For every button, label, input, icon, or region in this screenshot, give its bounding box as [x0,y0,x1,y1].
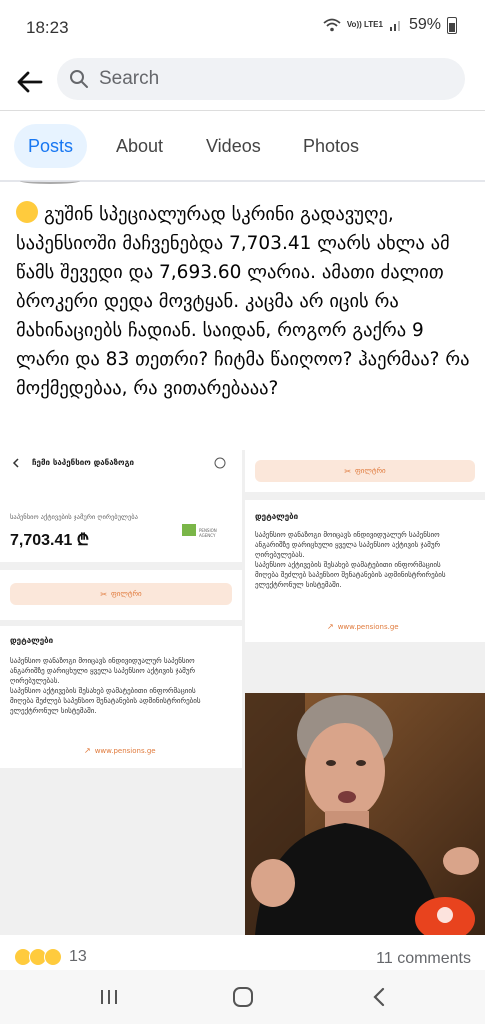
search-icon [70,70,88,88]
details-title-right: დეტალები [255,512,299,521]
top-bar: Search [0,58,485,108]
chat-icon [214,457,226,469]
recents-icon [101,990,117,1004]
home-button[interactable] [228,982,258,1012]
reaction-count: 13 [69,948,87,965]
scrolled-avatar-edge [20,178,80,184]
back-chevron-icon [373,987,385,1007]
status-bar: 18:23 Vo)) LTE1 59% [0,0,485,58]
app-title: ჩემი საპენსიო დანაზოგი [32,458,135,467]
battery-percent: 59% [408,16,441,33]
search-placeholder: Search [99,68,160,89]
grinning-emoji-icon [16,201,38,223]
logo-text: PENSION AGENCY [199,528,217,538]
post-text: გუშინ სპეციალურად სკრინი გადავუღე, საპენ… [16,204,470,399]
profile-tabs: Posts About Videos Photos [0,124,485,168]
search-input[interactable]: Search [57,58,465,100]
comments-count[interactable]: 11 comments [376,950,471,968]
woman-photo-graphic [245,693,485,935]
back-button[interactable] [12,64,48,100]
details-card: დეტალები საპენსიო დანაზოგი მოიცავს ინდივ… [0,626,242,768]
tab-photos[interactable]: Photos [303,124,359,168]
external-link-icon-right: ↗ [327,622,334,631]
home-icon [233,987,253,1007]
back-arrow-icon [17,71,43,93]
recents-button[interactable] [94,982,124,1012]
post-image[interactable]: ჩემი საპენსიო დანაზოგი საპენსიო აქტივები… [0,450,485,935]
status-icons: Vo)) LTE1 59% [323,16,457,34]
filter-icon-right: ✂ [344,466,352,476]
system-nav-bar [0,970,485,1024]
battery-icon [447,16,457,34]
external-link-icon: ↗ [84,746,91,755]
network-label: Vo)) LTE1 [346,20,383,29]
pension-agency-logo: PENSION AGENCY [182,522,232,538]
filter-button[interactable]: ✂ ფილტრი [10,583,232,605]
pensions-link-right[interactable]: ↗ www.pensions.ge [327,622,399,631]
details-card-right: დეტალები საპენსიო დანაზოგი მოიცავს ინდივ… [245,500,485,642]
details-text-1: საპენსიო დანაზოგი მოიცავს ინდივიდუალურ ს… [10,657,196,685]
status-time: 18:23 [26,18,69,37]
woman-photo [245,693,485,935]
balance-card: ჩემი საპენსიო დანაზოგი საპენსიო აქტივები… [0,450,242,562]
reactions-summary[interactable]: 13 [14,948,87,966]
post-body: გუშინ სპეციალურად სკრინი გადავუღე, საპენ… [16,200,476,403]
filter-card-right: ✂ ფილტრი [245,450,485,492]
filter-icon: ✂ [100,589,108,599]
pensions-link-label: www.pensions.ge [94,746,156,755]
filter-card: ✂ ფილტრი [0,570,242,620]
details-title: დეტალები [10,636,54,645]
tab-videos[interactable]: Videos [206,124,261,168]
tab-about[interactable]: About [116,124,163,168]
tab-posts[interactable]: Posts [14,124,88,168]
pensions-link[interactable]: ↗ www.pensions.ge [84,746,156,755]
wifi-icon [323,18,341,32]
pensions-link-right-label: www.pensions.ge [337,622,399,631]
filter-button-right[interactable]: ✂ ფილტრი [255,460,475,482]
details-text-1-right: საპენსიო დანაზოგი მოიცავს ინდივიდუალურ ს… [255,531,441,559]
signal-icon [389,21,400,31]
back-nav-button[interactable] [364,982,394,1012]
balance-amount: 7,703.41 ₾ [10,532,90,549]
sad-reaction-icon [44,948,62,966]
details-text-2-right: საპენსიო აქტივების შესახებ დამატებითი ინ… [255,561,446,589]
header-divider [0,110,485,111]
details-text-2: საპენსიო აქტივების შესახებ დამატებითი ინ… [10,687,201,715]
filter-button-label: ფილტრი [111,590,142,598]
asset-label: საპენსიო აქტივების ჯამური ღირებულება [10,513,138,521]
chevron-left-icon [12,458,19,468]
filter-button-right-label: ფილტრი [355,467,386,475]
